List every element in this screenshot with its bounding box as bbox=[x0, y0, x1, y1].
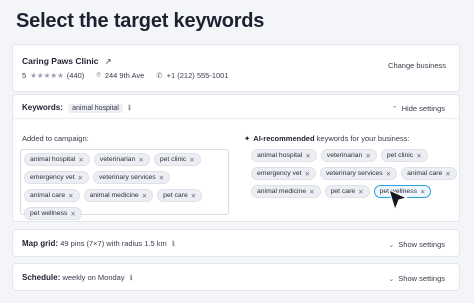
ai-recommended-rest: keywords for your business: bbox=[314, 134, 410, 143]
mouse-pointer-icon bbox=[388, 189, 408, 211]
close-icon[interactable]: ✕ bbox=[78, 156, 83, 164]
close-icon[interactable]: ✕ bbox=[78, 174, 83, 182]
keywords-label: Keywords: bbox=[22, 103, 63, 112]
close-icon[interactable]: ✕ bbox=[365, 152, 370, 160]
map-pin-icon: ⌾ bbox=[96, 70, 101, 79]
keyword-chip-label: pet clinic bbox=[386, 152, 414, 159]
chevron-down-icon: ⌄ bbox=[388, 276, 395, 283]
show-settings-label: Show settings bbox=[398, 240, 445, 249]
review-count: (440) bbox=[66, 70, 85, 80]
schedule-value: weekly on Monday bbox=[62, 273, 125, 282]
keyword-chip-label: pet care bbox=[330, 188, 356, 195]
close-icon[interactable]: ✕ bbox=[68, 192, 73, 200]
keyword-chip[interactable]: animal medicine ✕ bbox=[251, 185, 321, 198]
external-link-icon[interactable]: ↗ bbox=[105, 57, 112, 66]
divider bbox=[13, 118, 459, 119]
rating-stars: ★★★★★ bbox=[30, 70, 64, 80]
close-icon[interactable]: ✕ bbox=[305, 152, 310, 160]
schedule-label: Schedule: bbox=[22, 273, 61, 282]
keyword-chip-label: animal medicine bbox=[89, 192, 139, 199]
keyword-chip[interactable]: animal hospital ✕ bbox=[24, 153, 90, 166]
sparkle-icon: ✦ bbox=[244, 134, 251, 143]
keyword-chip[interactable]: veterinarian ✕ bbox=[320, 149, 377, 162]
keyword-chip-label: veterinary services bbox=[99, 174, 156, 181]
close-icon[interactable]: ✕ bbox=[386, 170, 391, 178]
keyword-chip[interactable]: pet care ✕ bbox=[157, 189, 203, 202]
ai-recommended-bold: AI-recommended bbox=[253, 134, 315, 143]
keyword-chip[interactable]: veterinary services ✕ bbox=[320, 167, 398, 180]
keyword-chip-label: animal care bbox=[30, 192, 66, 199]
keyword-chip[interactable]: veterinarian ✕ bbox=[93, 153, 150, 166]
ai-recommended-label: ✦ AI-recommended keywords for your busine… bbox=[244, 134, 410, 143]
keyword-chip[interactable]: animal care ✕ bbox=[24, 189, 80, 202]
keyword-chip-label: pet care bbox=[163, 192, 188, 199]
keyword-chip[interactable]: pet wellness ✕ bbox=[24, 207, 82, 220]
keyword-chip-label: veterinarian bbox=[326, 152, 363, 159]
chevron-down-icon: ⌄ bbox=[388, 242, 395, 249]
business-card: Caring Paws Clinic ↗ 5 ★★★★★ (440) ⌾ 244… bbox=[12, 44, 460, 92]
keyword-chip-label: animal hospital bbox=[257, 152, 303, 159]
close-icon[interactable]: ✕ bbox=[309, 188, 314, 196]
info-icon[interactable]: ℹ bbox=[128, 105, 131, 112]
keyword-chip-label: emergency vet bbox=[30, 174, 75, 181]
keyword-chip[interactable]: pet care ✕ bbox=[324, 185, 370, 198]
keyword-chip[interactable]: pet clinic ✕ bbox=[380, 149, 428, 162]
keyword-chip-label: emergency vet bbox=[257, 170, 302, 177]
change-business-button[interactable]: Change business bbox=[388, 61, 446, 70]
rating-value: 5 bbox=[22, 70, 27, 80]
close-icon[interactable]: ✕ bbox=[191, 192, 196, 200]
ai-keywords-list: animal hospital ✕ veterinarian ✕ pet clinic ✕… bbox=[251, 149, 457, 198]
business-address: 244 9th Ave bbox=[104, 70, 145, 80]
show-settings-label: Show settings bbox=[398, 274, 445, 283]
keyword-chip[interactable]: animal hospital ✕ bbox=[251, 149, 317, 162]
keyword-chip-label: animal medicine bbox=[257, 188, 307, 195]
schedule-show-settings[interactable]: ⌄ Show settings bbox=[388, 274, 445, 283]
keyword-chip-label: pet wellness bbox=[30, 210, 68, 217]
hide-settings-label: Hide settings bbox=[401, 104, 445, 113]
added-keywords-list: animal hospital ✕ veterinarian ✕ pet clinic ✕… bbox=[24, 153, 229, 220]
business-name: Caring Paws Clinic bbox=[22, 56, 99, 66]
business-name-row: Caring Paws Clinic ↗ bbox=[22, 56, 112, 66]
close-icon[interactable]: ✕ bbox=[305, 170, 310, 178]
close-icon[interactable]: ✕ bbox=[138, 156, 143, 164]
keyword-chip[interactable]: emergency vet ✕ bbox=[251, 167, 317, 180]
schedule-row: Schedule: weekly on Monday ℹ bbox=[22, 273, 133, 282]
map-grid-label: Map grid: bbox=[22, 239, 58, 248]
keyword-chip-label: veterinarian bbox=[99, 156, 136, 163]
close-icon[interactable]: ✕ bbox=[142, 192, 147, 200]
map-grid-show-settings[interactable]: ⌄ Show settings bbox=[388, 240, 445, 249]
close-icon[interactable]: ✕ bbox=[420, 188, 425, 196]
close-icon[interactable]: ✕ bbox=[189, 156, 194, 164]
added-to-campaign-label: Added to campaign: bbox=[22, 134, 89, 143]
map-grid-card: Map grid: 49 pins (7×7) with radius 1.5 … bbox=[12, 229, 460, 257]
close-icon[interactable]: ✕ bbox=[358, 188, 363, 196]
info-icon[interactable]: ℹ bbox=[172, 241, 175, 248]
keyword-chip[interactable]: emergency vet ✕ bbox=[24, 171, 90, 184]
keyword-chip-label: animal care bbox=[407, 170, 443, 177]
page-title: Select the target keywords bbox=[16, 10, 265, 32]
keywords-summary-chip: animal hospital bbox=[68, 104, 123, 113]
hide-settings-toggle[interactable]: ⌃ Hide settings bbox=[392, 104, 445, 113]
keyword-chip-label: pet clinic bbox=[159, 156, 187, 163]
business-phone: +1 (212) 555-1001 bbox=[166, 70, 229, 80]
keywords-header: Keywords: animal hospital ℹ bbox=[22, 103, 131, 113]
close-icon[interactable]: ✕ bbox=[159, 174, 164, 182]
map-grid-value: 49 pins (7×7) with radius 1.5 km bbox=[60, 239, 167, 248]
keyword-chip[interactable]: veterinary services ✕ bbox=[93, 171, 171, 184]
keyword-chip-label: animal hospital bbox=[30, 156, 76, 163]
close-icon[interactable]: ✕ bbox=[445, 170, 450, 178]
phone-icon: ✆ bbox=[156, 70, 163, 80]
keyword-chip[interactable]: animal medicine ✕ bbox=[83, 189, 154, 202]
close-icon[interactable]: ✕ bbox=[70, 210, 75, 218]
map-grid-row: Map grid: 49 pins (7×7) with radius 1.5 … bbox=[22, 239, 175, 248]
close-icon[interactable]: ✕ bbox=[416, 152, 421, 160]
chevron-up-icon: ⌃ bbox=[391, 106, 398, 113]
info-icon[interactable]: ℹ bbox=[130, 275, 133, 282]
schedule-card: Schedule: weekly on Monday ℹ ⌄ Show setti… bbox=[12, 263, 460, 291]
keyword-chip[interactable]: animal care ✕ bbox=[401, 167, 457, 180]
keyword-chip[interactable]: pet clinic ✕ bbox=[153, 153, 201, 166]
business-meta: 5 ★★★★★ (440) ⌾ 244 9th Ave ✆ +1 (212) 5… bbox=[22, 70, 229, 80]
keyword-chip-label: veterinary services bbox=[326, 170, 383, 177]
